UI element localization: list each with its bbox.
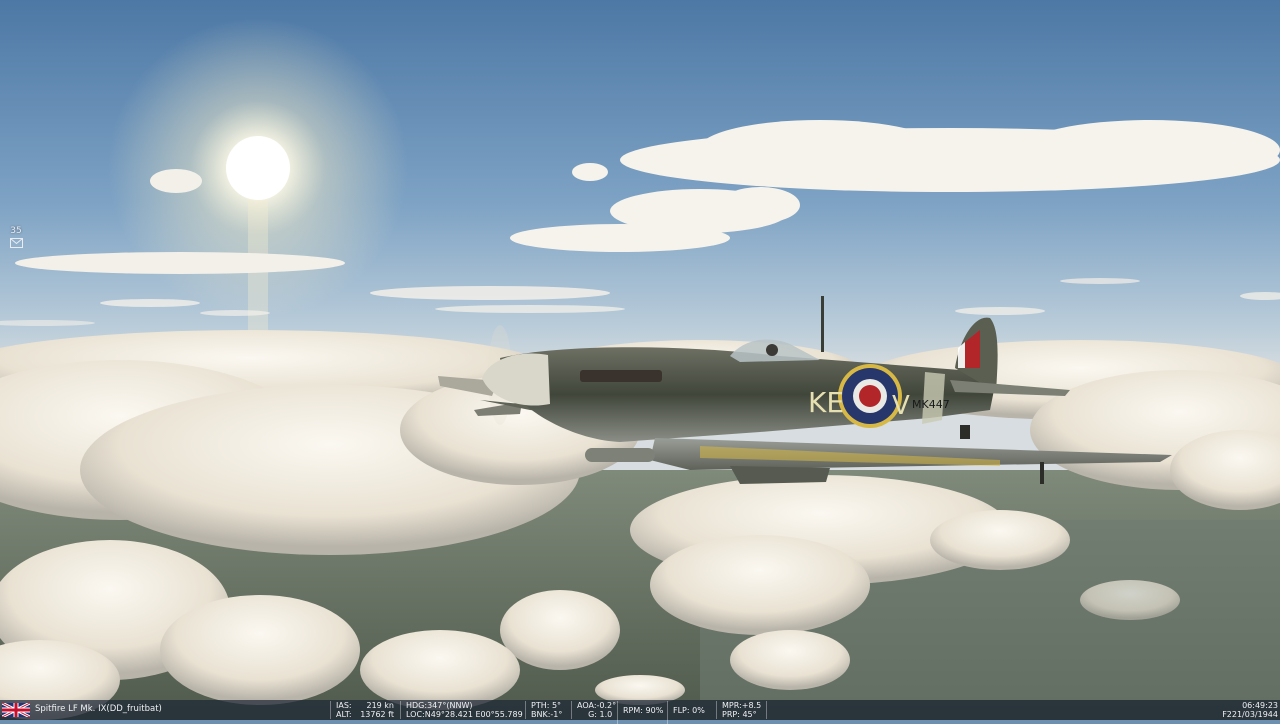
loc-label: LOC: [406, 710, 425, 719]
game-viewport: KE V MK447 [0, 0, 1280, 720]
aircraft-name: Spitfire LF Mk. IX(DD_fruitbat) [35, 704, 162, 714]
flight-scene: KE V MK447 [0, 0, 1280, 720]
flp-label: FLP: [673, 706, 690, 715]
speed-altitude-group: IAS: 219 kn ALT: 13762 ft [330, 701, 394, 719]
g-label: G: [588, 710, 597, 719]
aoa-g-group: AOA:-0.2° G: 1.0 [571, 701, 616, 719]
squadron-code: KE [808, 386, 844, 419]
serial-number: MK447 [912, 398, 950, 411]
pitch-bank-group: PTH: 5° BNK:-1° [525, 701, 562, 719]
mpr-label: MPR: [722, 701, 742, 710]
g-value: 1.0 [599, 710, 613, 719]
envelope-icon[interactable] [9, 238, 23, 248]
bnk-label: BNK: [531, 710, 551, 719]
side-icons: 35 [8, 226, 24, 248]
pth-label: PTH: [531, 701, 550, 710]
rpm-value: 90% [645, 706, 664, 715]
prp-value: 45° [742, 710, 757, 719]
mpr-value: +8.5 [741, 701, 762, 710]
status-divider [766, 701, 774, 719]
loc-value: N49°28.421 E00°55.789 [424, 710, 523, 719]
hdg-label: HDG: [406, 701, 428, 710]
alt-label: ALT: [336, 710, 352, 719]
flp-value: 0% [692, 706, 705, 715]
heading-location-group: HDG:347°(NNW) LOC:N49°28.421 E00°55.789 [400, 701, 523, 719]
aoa-label: AOA: [577, 701, 597, 710]
ias-label: IAS: [336, 701, 352, 710]
sim-time: 06:49:23 [1242, 701, 1278, 710]
rpm-label: RPM: [623, 706, 643, 715]
sun [226, 136, 290, 200]
pth-value: 5° [551, 701, 562, 710]
individual-letter: V [892, 391, 910, 421]
prp-label: PRP: [722, 710, 740, 719]
antenna [821, 296, 824, 352]
hdg-value: 347°(NNW) [427, 701, 473, 710]
aoa-value: -0.2° [596, 701, 617, 710]
union-jack-flag-icon [2, 703, 30, 717]
flight-status-bar: Spitfire LF Mk. IX(DD_fruitbat) IAS: 219 … [0, 700, 1280, 724]
ias-value: 219 kn [366, 701, 394, 710]
fps-counter: 35 [10, 226, 22, 236]
alt-value: 13762 ft [360, 710, 394, 719]
bnk-value: -1° [550, 710, 563, 719]
rpm-group: RPM: 90% [617, 701, 663, 724]
flaps-group: FLP: 0% [667, 701, 705, 724]
manifold-prop-group: MPR:+8.5 PRP: 45° [716, 701, 761, 719]
sim-time-date: 06:49:23 F221/03/1944 [1222, 701, 1278, 719]
sim-date: F221/03/1944 [1222, 710, 1278, 719]
